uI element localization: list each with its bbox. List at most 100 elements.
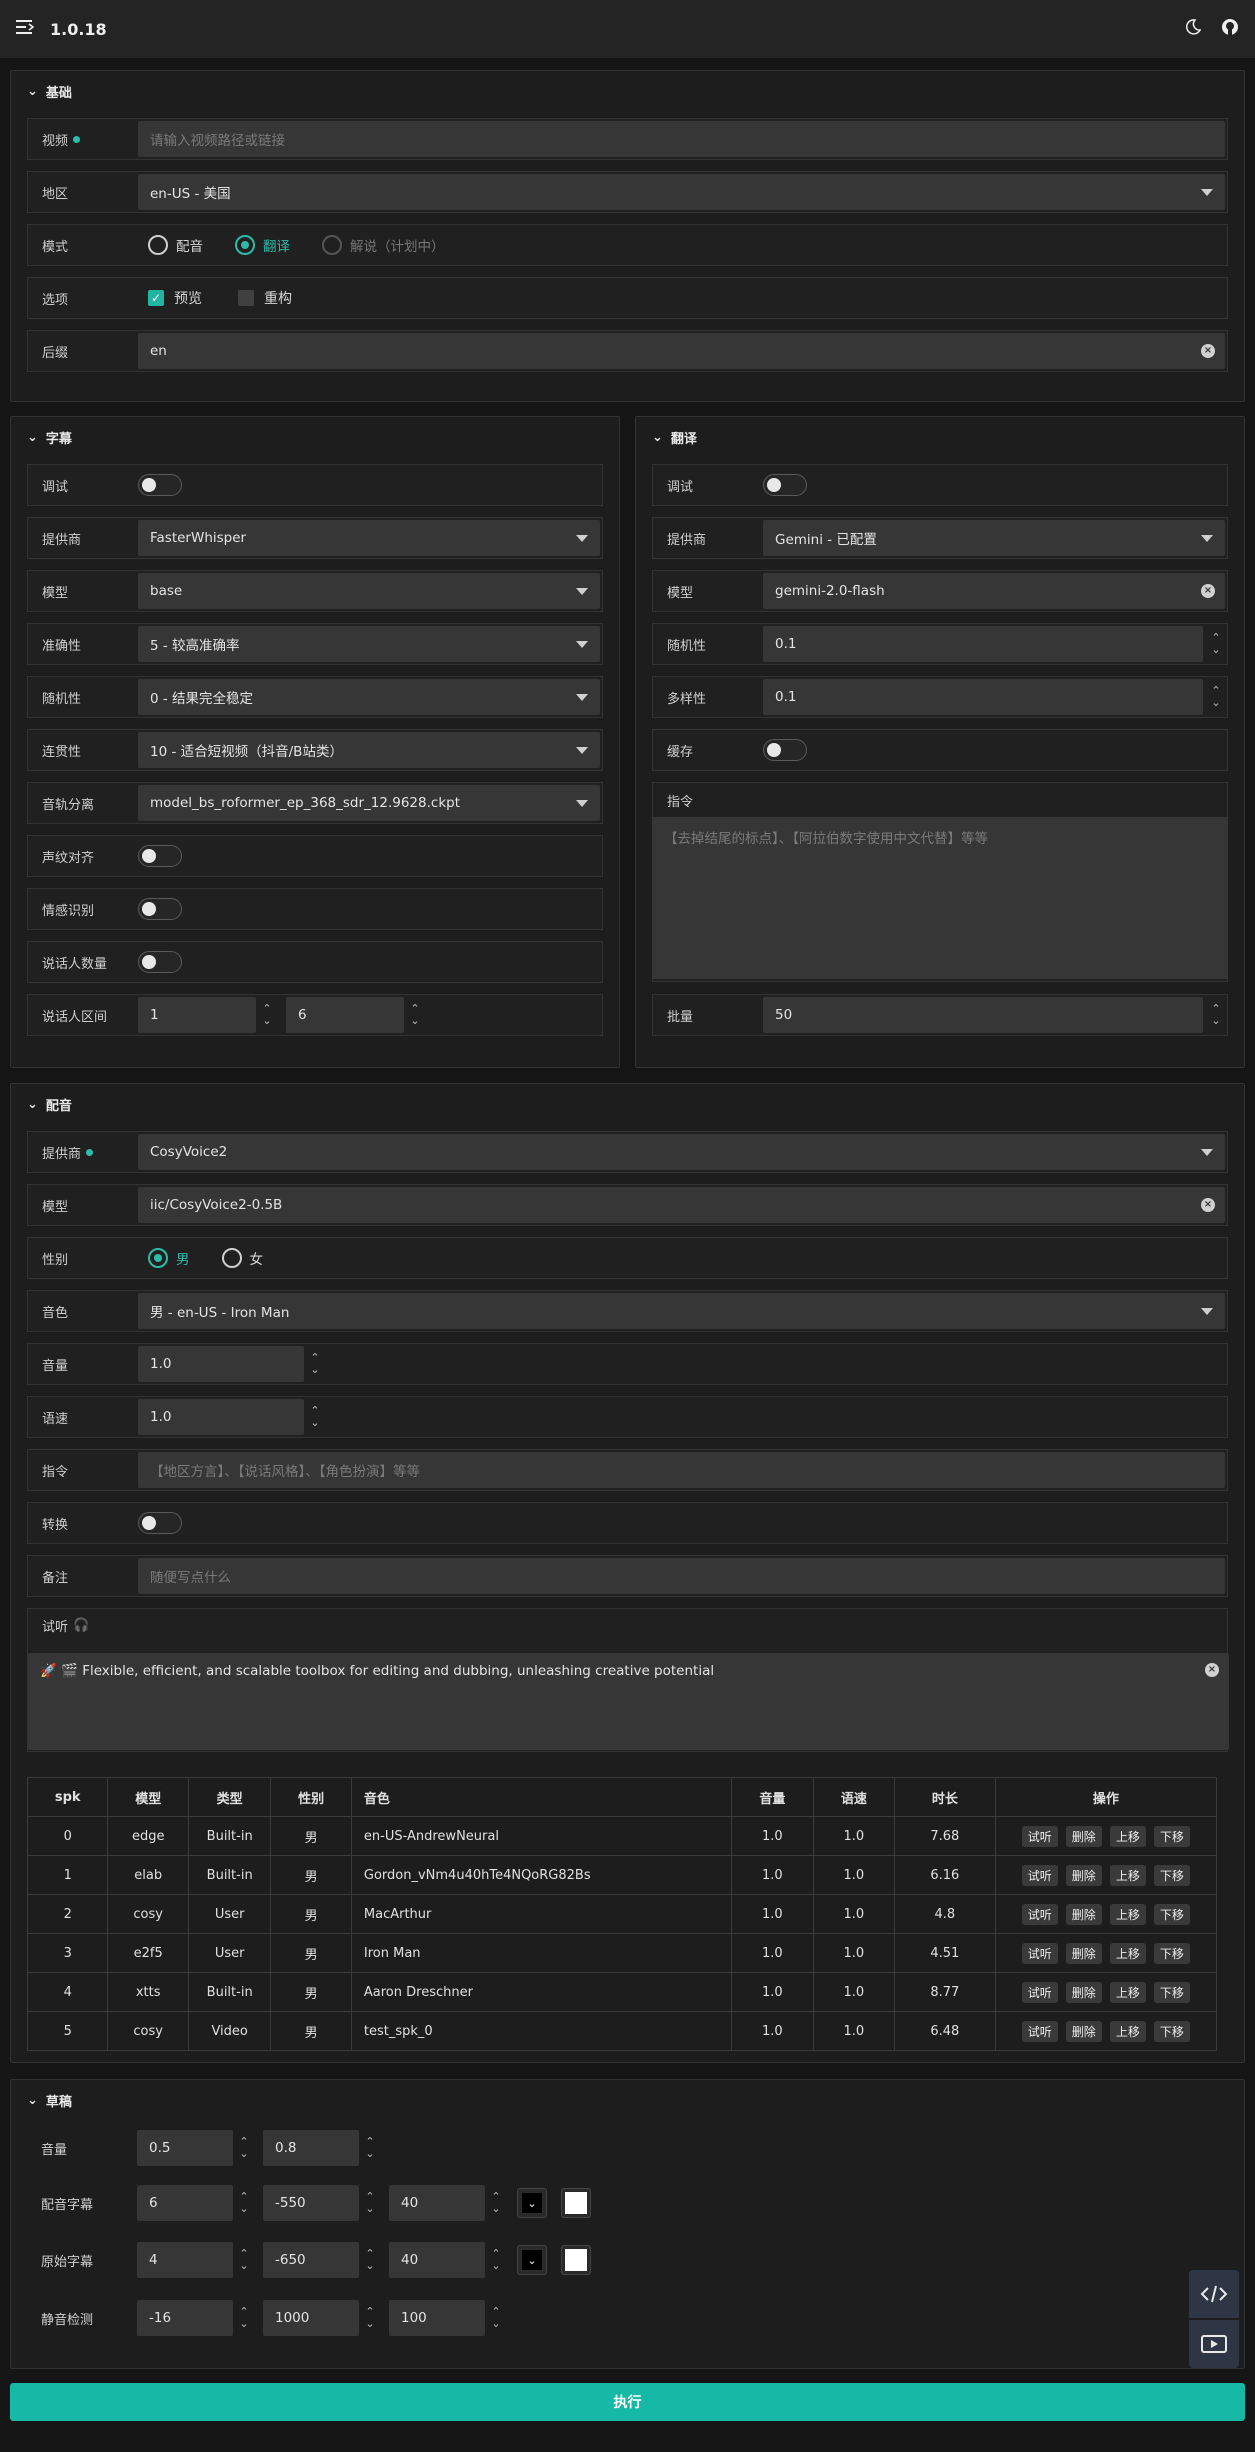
range-min-input[interactable]: 1 bbox=[138, 997, 256, 1033]
sub-accuracy-select[interactable]: 5 - 较高准确率 bbox=[138, 626, 600, 662]
github-icon[interactable] bbox=[1221, 18, 1239, 40]
dub-sub-input-1[interactable]: 6 bbox=[137, 2185, 233, 2221]
batch-stepper[interactable]: ⌃ ⌄ bbox=[1205, 997, 1227, 1033]
orig-sub-color-picker[interactable]: ⌄ bbox=[517, 2245, 547, 2275]
silence-input-3[interactable]: 100 bbox=[389, 2300, 485, 2336]
draft-volume-input-2[interactable]: 0.8 bbox=[263, 2130, 359, 2166]
cache-toggle[interactable] bbox=[763, 739, 807, 761]
range-min-stepper[interactable]: ⌃ ⌄ bbox=[256, 997, 278, 1033]
preview-button[interactable]: 试听 bbox=[1021, 1981, 1058, 2003]
dub-sub-input-2[interactable]: -550 bbox=[263, 2185, 359, 2221]
dub-sub-color-picker[interactable]: ⌄ bbox=[517, 2188, 547, 2218]
dark-mode-icon[interactable] bbox=[1185, 19, 1202, 39]
tr-diversity-input[interactable]: 0.1 bbox=[763, 679, 1203, 715]
dub-notes-input[interactable]: 随便写点什么 bbox=[138, 1558, 1225, 1594]
orig-sub-bg-color-picker[interactable] bbox=[561, 2245, 591, 2275]
stepper[interactable]: ⌃ ⌄ bbox=[485, 2300, 507, 2336]
preview-button[interactable]: 试听 bbox=[1021, 1942, 1058, 1964]
stepper[interactable]: ⌃ ⌄ bbox=[359, 2130, 381, 2166]
convert-toggle[interactable] bbox=[138, 1512, 182, 1534]
delete-button[interactable]: 删除 bbox=[1065, 1903, 1102, 1925]
stepper[interactable]: ⌃ ⌄ bbox=[359, 2300, 381, 2336]
suffix-input[interactable]: en × bbox=[138, 333, 1225, 369]
delete-button[interactable]: 删除 bbox=[1065, 1981, 1102, 2003]
dub-voice-select[interactable]: 男 - en-US - Iron Man bbox=[138, 1293, 1225, 1329]
sub-debug-toggle[interactable] bbox=[138, 474, 182, 496]
delete-button[interactable]: 删除 bbox=[1065, 1864, 1102, 1886]
tr-debug-toggle[interactable] bbox=[763, 474, 807, 496]
move-down-button[interactable]: 下移 bbox=[1153, 1864, 1190, 1886]
batch-input[interactable]: 50 bbox=[763, 997, 1203, 1033]
region-select[interactable]: en-US - 美国 bbox=[138, 174, 1225, 210]
range-max-stepper[interactable]: ⌃ ⌄ bbox=[404, 997, 426, 1033]
dub-provider-select[interactable]: CosyVoice2 bbox=[138, 1134, 1225, 1170]
tr-randomness-input[interactable]: 0.1 bbox=[763, 626, 1203, 662]
orig-sub-input-2[interactable]: -650 bbox=[263, 2242, 359, 2278]
preview-button[interactable]: 试听 bbox=[1021, 1864, 1058, 1886]
menu-icon[interactable] bbox=[16, 19, 35, 39]
dub-sub-input-3[interactable]: 40 bbox=[389, 2185, 485, 2221]
stepper[interactable]: ⌃ ⌄ bbox=[485, 2242, 507, 2278]
translation-panel-header[interactable]: ⌄ 翻译 bbox=[636, 417, 1244, 457]
mode-radio-translate[interactable]: 翻译 bbox=[235, 235, 290, 255]
sub-randomness-select[interactable]: 0 - 结果完全稳定 bbox=[138, 679, 600, 715]
dubbing-panel-header[interactable]: ⌄ 配音 bbox=[11, 1084, 1244, 1124]
delete-button[interactable]: 删除 bbox=[1065, 1942, 1102, 1964]
execute-button[interactable]: 执行 bbox=[10, 2383, 1245, 2421]
move-up-button[interactable]: 上移 bbox=[1109, 1903, 1146, 1925]
move-down-button[interactable]: 下移 bbox=[1153, 1942, 1190, 1964]
stepper[interactable]: ⌃ ⌄ bbox=[359, 2185, 381, 2221]
dub-volume-stepper[interactable]: ⌃ ⌄ bbox=[304, 1346, 326, 1382]
sub-coherence-select[interactable]: 10 - 适合短视频（抖音/B站类） bbox=[138, 732, 600, 768]
move-down-button[interactable]: 下移 bbox=[1153, 1825, 1190, 1847]
clear-icon[interactable]: × bbox=[1201, 584, 1215, 598]
mode-radio-dub[interactable]: 配音 bbox=[148, 235, 203, 255]
move-up-button[interactable]: 上移 bbox=[1109, 1825, 1146, 1847]
tr-model-input[interactable]: gemini-2.0-flash × bbox=[763, 573, 1225, 609]
move-down-button[interactable]: 下移 bbox=[1153, 1981, 1190, 2003]
rebuild-checkbox[interactable] bbox=[238, 290, 254, 306]
dub-model-input[interactable]: iic/CosyVoice2-0.5B × bbox=[138, 1187, 1225, 1223]
move-down-button[interactable]: 下移 bbox=[1153, 1903, 1190, 1925]
preview-button[interactable]: 试听 bbox=[1021, 1825, 1058, 1847]
preview-checkbox[interactable]: ✓ bbox=[148, 290, 164, 306]
sub-provider-select[interactable]: FasterWhisper bbox=[138, 520, 600, 556]
sub-model-select[interactable]: base bbox=[138, 573, 600, 609]
preview-button[interactable]: 试听 bbox=[1021, 1903, 1058, 1925]
emotion-toggle[interactable] bbox=[138, 898, 182, 920]
draft-panel-header[interactable]: ⌄ 草稿 bbox=[11, 2080, 1244, 2120]
clear-icon[interactable]: × bbox=[1205, 1663, 1219, 1677]
stepper[interactable]: ⌃ ⌄ bbox=[233, 2300, 255, 2336]
basic-panel-header[interactable]: ⌄ 基础 bbox=[11, 71, 1244, 111]
preview-button[interactable]: 试听 bbox=[1021, 2020, 1058, 2042]
dub-sub-bg-color-picker[interactable] bbox=[561, 2188, 591, 2218]
move-down-button[interactable]: 下移 bbox=[1153, 2020, 1190, 2042]
code-view-button[interactable] bbox=[1189, 2270, 1239, 2318]
move-up-button[interactable]: 上移 bbox=[1109, 1942, 1146, 1964]
clear-icon[interactable]: × bbox=[1201, 1198, 1215, 1212]
stepper[interactable]: ⌃ ⌄ bbox=[233, 2242, 255, 2278]
silence-input-2[interactable]: 1000 bbox=[263, 2300, 359, 2336]
clear-icon[interactable]: × bbox=[1201, 344, 1215, 358]
stepper[interactable]: ⌃ ⌄ bbox=[485, 2185, 507, 2221]
dub-speed-stepper[interactable]: ⌃ ⌄ bbox=[304, 1399, 326, 1435]
draft-volume-input-1[interactable]: 0.5 bbox=[137, 2130, 233, 2166]
silence-input-1[interactable]: -16 bbox=[137, 2300, 233, 2336]
stepper[interactable]: ⌃ ⌄ bbox=[233, 2130, 255, 2166]
move-up-button[interactable]: 上移 bbox=[1109, 2020, 1146, 2042]
tr-provider-select[interactable]: Gemini - 已配置 bbox=[763, 520, 1225, 556]
tr-instruction-textarea[interactable]: 【去掉结尾的标点】、【阿拉伯数字使用中文代替】等等 bbox=[652, 817, 1228, 979]
subtitle-panel-header[interactable]: ⌄ 字幕 bbox=[11, 417, 619, 457]
stepper[interactable]: ⌃ ⌄ bbox=[233, 2185, 255, 2221]
tr-randomness-stepper[interactable]: ⌃ ⌄ bbox=[1205, 626, 1227, 662]
orig-sub-input-3[interactable]: 40 bbox=[389, 2242, 485, 2278]
orig-sub-input-1[interactable]: 4 bbox=[137, 2242, 233, 2278]
stepper[interactable]: ⌃ ⌄ bbox=[359, 2242, 381, 2278]
dub-speed-input[interactable]: 1.0 bbox=[138, 1399, 304, 1435]
mode-radio-narrate[interactable]: 解说（计划中） bbox=[322, 235, 445, 255]
voiceprint-toggle[interactable] bbox=[138, 845, 182, 867]
dub-volume-input[interactable]: 1.0 bbox=[138, 1346, 304, 1382]
video-input[interactable]: 请输入视频路径或链接 bbox=[138, 121, 1225, 157]
sub-separation-select[interactable]: model_bs_roformer_ep_368_sdr_12.9628.ckp… bbox=[138, 785, 600, 821]
tr-diversity-stepper[interactable]: ⌃ ⌄ bbox=[1205, 679, 1227, 715]
